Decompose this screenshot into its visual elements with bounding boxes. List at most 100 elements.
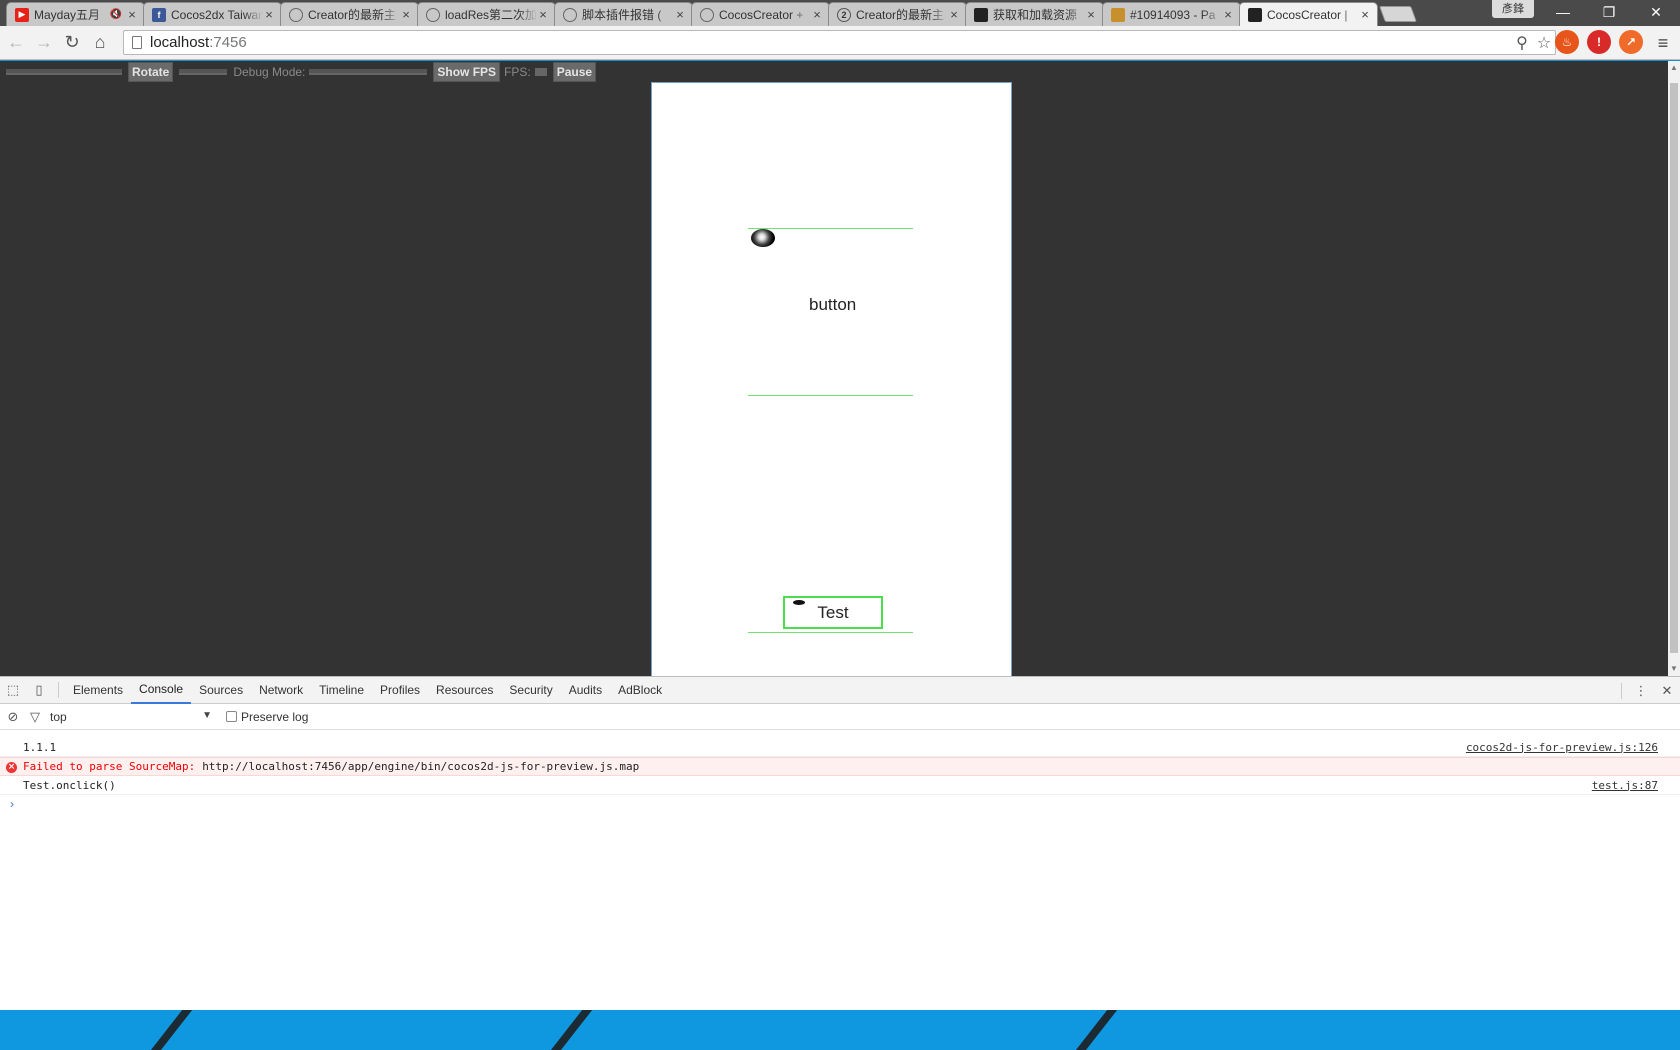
inspect-element-icon[interactable]: ⬚ [0, 677, 26, 703]
console-prompt[interactable]: › [0, 795, 1680, 813]
close-icon[interactable]: × [263, 7, 275, 22]
browser-tab[interactable]: CocosCreator + × [691, 2, 830, 26]
device-select[interactable] [6, 69, 122, 75]
profile-button[interactable]: 彥鋒 [1492, 0, 1534, 18]
debug-mode-select[interactable] [309, 69, 428, 75]
address-bar[interactable]: localhost:7456 ⚲ ☆ [123, 30, 1556, 55]
extension-fire-icon[interactable]: ♨ [1555, 30, 1579, 54]
close-icon[interactable]: × [674, 7, 686, 22]
browser-tab[interactable]: 脚本插件报错 ( × [554, 2, 693, 26]
forum-icon [289, 7, 303, 22]
fps-input[interactable] [534, 68, 547, 76]
tab-console[interactable]: Console [131, 677, 192, 704]
tab-profiles[interactable]: Profiles [372, 677, 428, 704]
sourcemap-url[interactable]: http://localhost:7456/app/engine/bin/coc… [202, 760, 639, 773]
test-button-label: Test [817, 602, 849, 622]
devtools-tabbar: ⬚ ▯ Elements Console Sources Network Tim… [0, 677, 1680, 704]
browser-tab[interactable]: Creator的最新主 × [280, 2, 419, 26]
tab-title: 脚本插件报错 ( [582, 8, 662, 22]
url-text[interactable]: localhost:7456 [150, 34, 1511, 51]
browser-tab[interactable]: #10914093 - Pa × [1102, 2, 1241, 26]
pause-button[interactable]: Pause [552, 62, 597, 82]
forum-icon [426, 7, 440, 22]
home-icon[interactable]: ⌂ [88, 31, 112, 55]
close-icon[interactable]: × [126, 7, 138, 22]
page-icon [1111, 7, 1125, 22]
console-error: × Failed to parse SourceMap: http://loca… [0, 757, 1680, 776]
tab-title: Creator的最新主 [856, 8, 945, 22]
game-canvas[interactable]: button Test [651, 82, 1012, 676]
close-icon[interactable]: × [1085, 7, 1097, 22]
forum-icon [563, 7, 577, 22]
restore-icon[interactable]: ❐ [1587, 0, 1631, 24]
preserve-log-checkbox[interactable] [226, 711, 237, 722]
tab-sources[interactable]: Sources [191, 677, 251, 704]
page-scrollbar[interactable]: ▲ ▼ [1668, 61, 1680, 676]
browser-toolbar: ← → ↻ ⌂ localhost:7456 ⚲ ☆ [0, 26, 1680, 60]
context-select[interactable]: top ▼ [50, 710, 212, 724]
reload-icon[interactable]: ↻ [60, 31, 84, 55]
tab-network[interactable]: Network [251, 677, 311, 704]
button-label[interactable]: button [809, 295, 856, 315]
browser-tab[interactable]: ▶ Mayday五月 🔇 × [6, 2, 145, 26]
browser-tab[interactable]: loadRes第二次加 × [417, 2, 556, 26]
browser-tab-active[interactable]: CocosCreator | × [1239, 2, 1378, 26]
desktop-wallpaper-stripe [1068, 1010, 1122, 1050]
source-link[interactable]: cocos2d-js-for-preview.js:126 [1466, 741, 1658, 754]
rotate-button[interactable]: Rotate [128, 62, 174, 82]
zoom-icon[interactable]: ⚲ [1511, 32, 1533, 54]
close-icon[interactable]: × [811, 7, 823, 22]
close-icon[interactable]: × [1359, 7, 1371, 22]
browser-tab[interactable]: f Cocos2dx Taiwan × [143, 2, 282, 26]
hamburger-menu-icon[interactable]: ≡ [1652, 32, 1674, 54]
console-text: Test.onclick() [23, 778, 116, 792]
scroll-up-icon[interactable]: ▲ [1668, 61, 1680, 75]
tab-audits[interactable]: Audits [561, 677, 610, 704]
divider [58, 682, 59, 698]
tab-timeline[interactable]: Timeline [311, 677, 372, 704]
clear-console-icon[interactable]: ⊘ [0, 704, 26, 730]
window-close-icon[interactable]: ✕ [1634, 0, 1678, 24]
ball-sprite [751, 229, 775, 247]
close-icon[interactable]: × [948, 7, 960, 22]
scrollbar-thumb[interactable] [1670, 83, 1678, 653]
devtools-controls: ⋮ ✕ [1615, 677, 1680, 704]
webgl-select[interactable] [179, 69, 228, 75]
close-devtools-icon[interactable]: ✕ [1654, 678, 1680, 704]
filter-icon[interactable]: ▽ [26, 704, 44, 730]
device-mode-icon[interactable]: ▯ [26, 677, 52, 703]
more-options-icon[interactable]: ⋮ [1628, 678, 1654, 704]
forward-arrow-icon[interactable]: → [32, 31, 56, 55]
test-button[interactable]: Test [783, 596, 883, 629]
tab-adblock[interactable]: AdBlock [610, 677, 670, 704]
back-arrow-icon[interactable]: ← [4, 31, 28, 55]
page-info-icon[interactable] [132, 36, 142, 49]
minimize-icon[interactable]: — [1541, 0, 1585, 24]
close-icon[interactable]: × [1222, 7, 1234, 22]
tab-title: Creator的最新主 [308, 8, 397, 22]
preserve-log-label: Preserve log [241, 709, 309, 724]
console-filter-bar: ⊘ ▽ top ▼ Preserve log [0, 704, 1680, 730]
extension-adblock-icon[interactable]: ! [1587, 30, 1611, 54]
tab-title: #10914093 - Pa [1130, 7, 1216, 22]
console-message: Test.onclick() test.js:87 [0, 776, 1680, 795]
close-icon[interactable]: × [537, 7, 549, 22]
tab-title: Cocos2dx Taiwan [171, 7, 263, 22]
close-icon[interactable]: × [400, 7, 412, 22]
show-fps-button[interactable]: Show FPS [433, 62, 501, 82]
tab-security[interactable]: Security [501, 677, 560, 704]
source-link[interactable]: test.js:87 [1592, 779, 1658, 792]
context-value: top [50, 709, 67, 724]
bookmark-star-icon[interactable]: ☆ [1533, 32, 1555, 54]
browser-tab[interactable]: 获取和加载资源 × [965, 2, 1104, 26]
extension-postman-icon[interactable]: ↗ [1619, 30, 1643, 54]
preview-debug-bar: Rotate Debug Mode: Show FPS FPS: Pause [0, 61, 597, 83]
tab-resources[interactable]: Resources [428, 677, 501, 704]
tab-elements[interactable]: Elements [65, 677, 131, 704]
url-port: :7456 [209, 34, 247, 51]
fps-label: FPS: [504, 65, 531, 79]
scroll-down-icon[interactable]: ▼ [1668, 662, 1680, 676]
new-tab-button[interactable] [1379, 6, 1417, 22]
browser-tab[interactable]: 2 Creator的最新主 × [828, 2, 967, 26]
muted-audio-icon[interactable]: 🔇 [110, 9, 122, 20]
